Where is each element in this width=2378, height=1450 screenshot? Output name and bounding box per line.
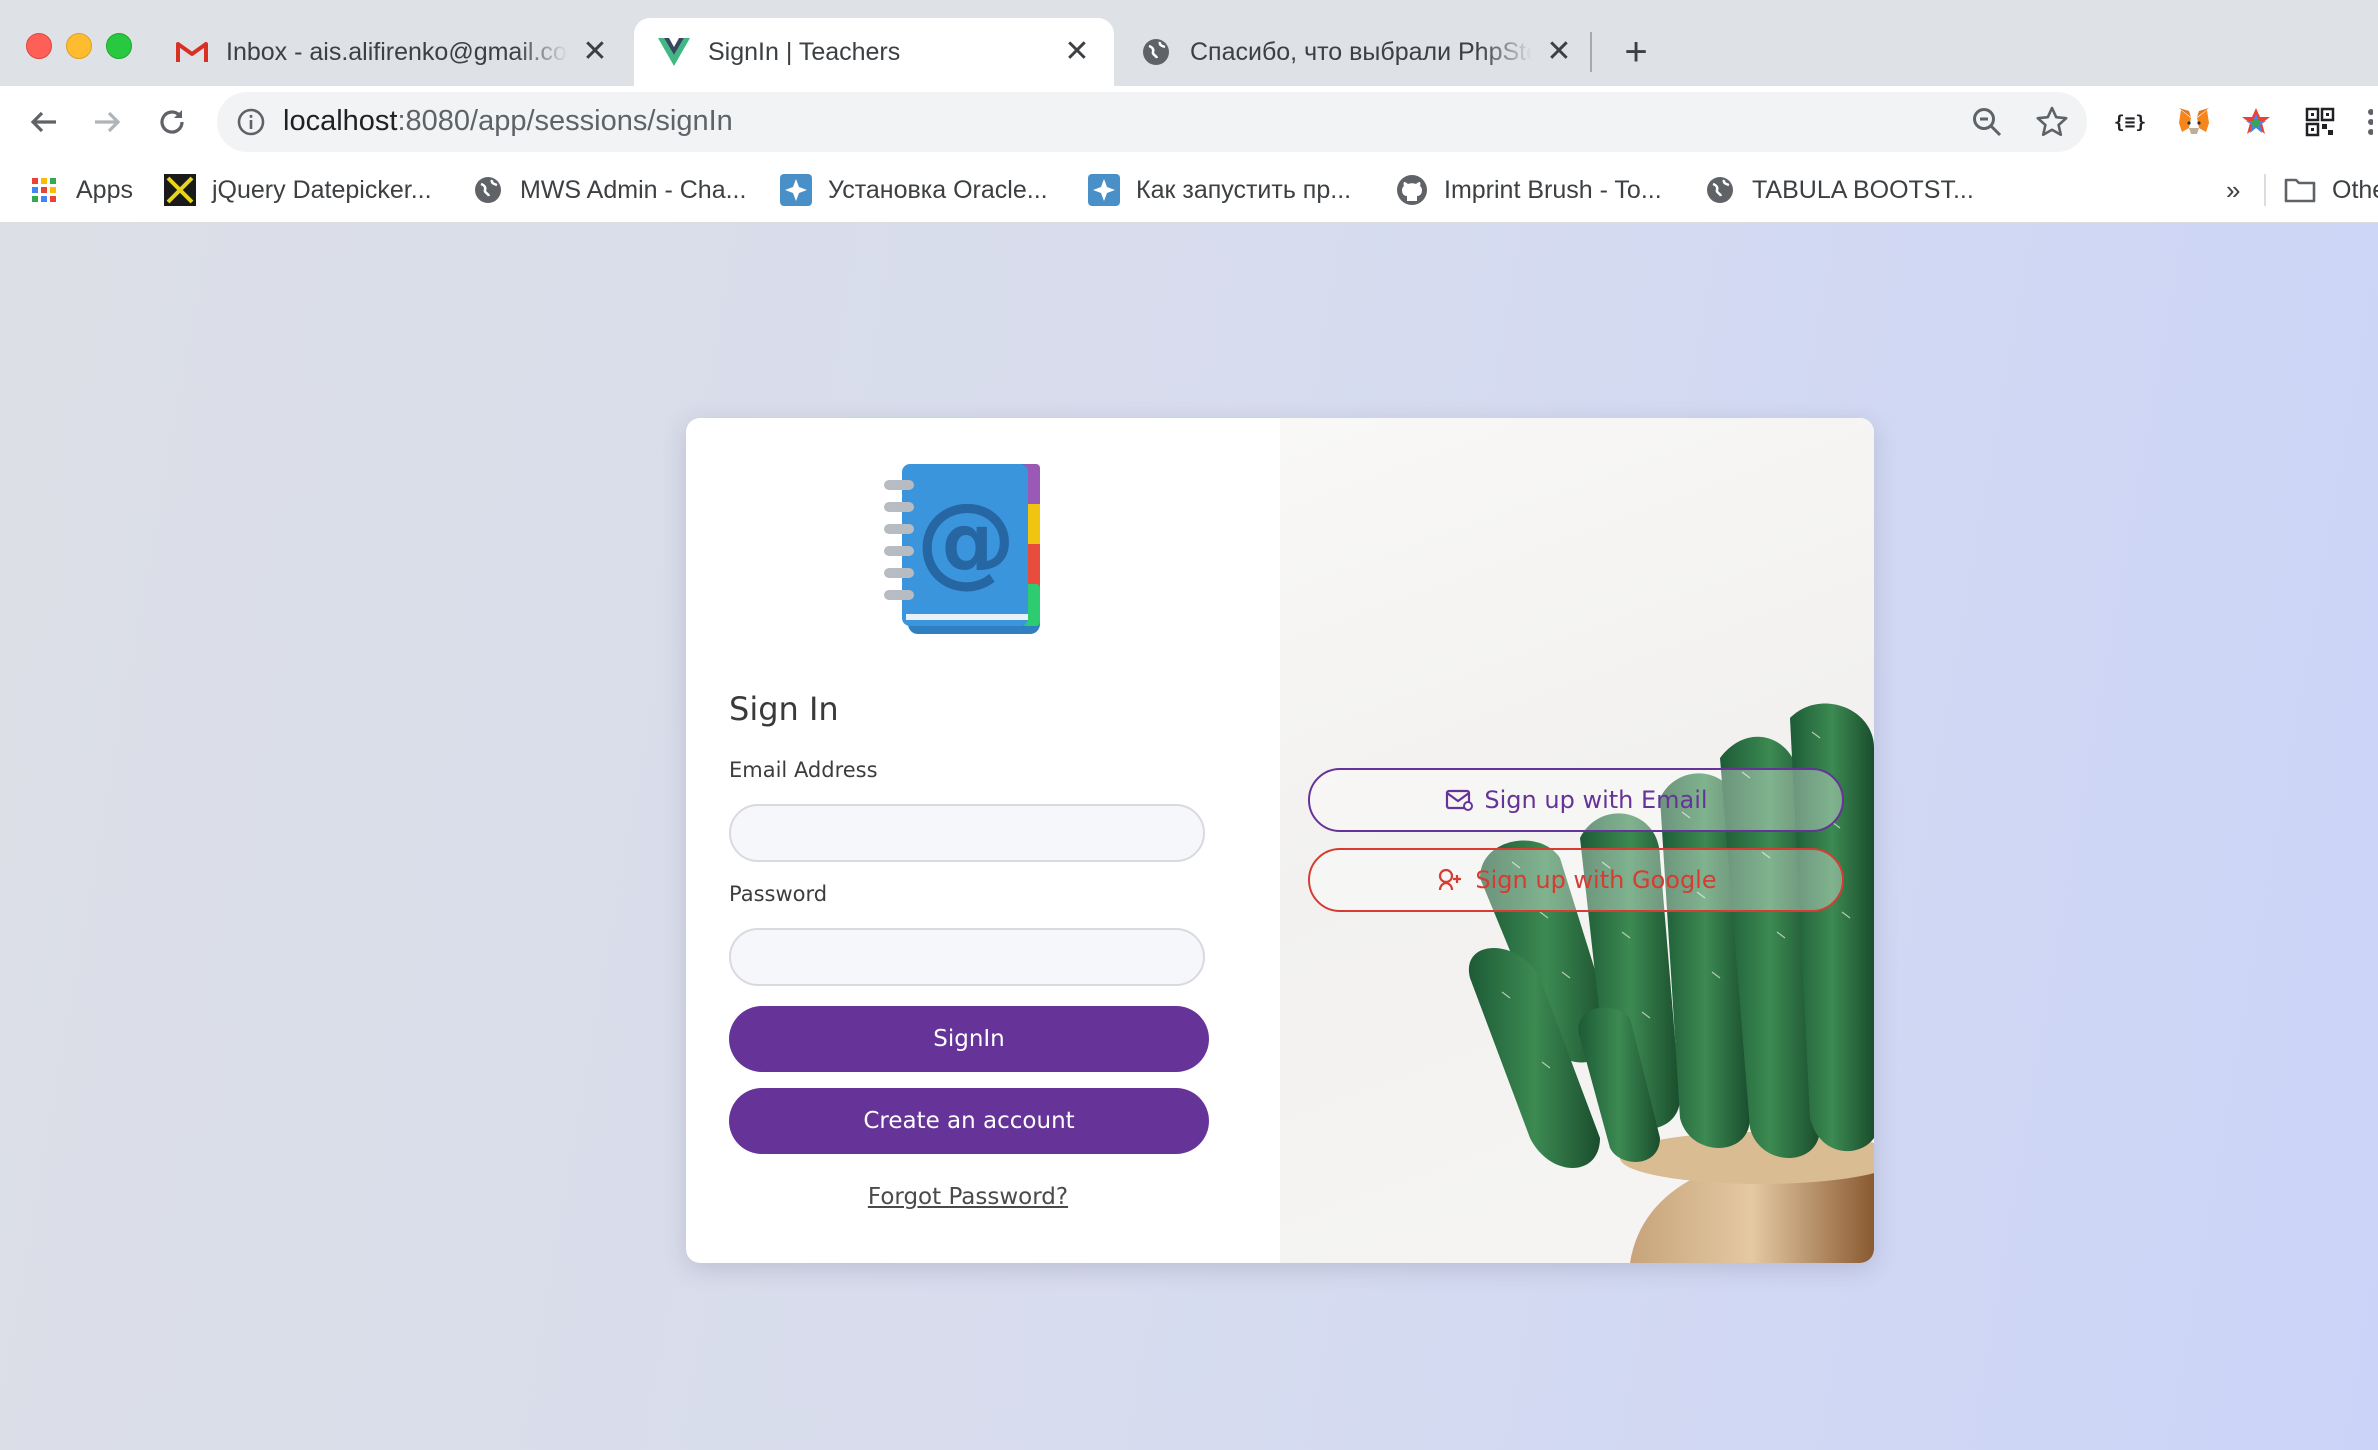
info-icon[interactable] <box>237 108 265 136</box>
vue-icon <box>658 36 690 68</box>
bookmark-label: Apps <box>76 175 133 204</box>
bookmark-label: Imprint Brush - To... <box>1444 175 1662 204</box>
tab-title: Спасибо, что выбрали PhpStorm <box>1190 37 1532 66</box>
bookmark-label: Как запустить пр... <box>1136 175 1352 204</box>
browser-toolbar: localhost:8080/app/sessions/signIn {≡} <box>0 86 2378 158</box>
maximize-window-button[interactable] <box>106 33 132 59</box>
globe-icon <box>472 174 504 206</box>
confluence-icon <box>1088 174 1120 206</box>
new-tab-button[interactable]: + <box>1614 30 1658 74</box>
reload-button[interactable] <box>150 100 194 144</box>
jquery-icon <box>164 174 196 206</box>
globe-icon <box>1704 174 1736 206</box>
forgot-password-link[interactable]: Forgot Password? <box>686 1184 1250 1210</box>
signup-google-label: Sign up with Google <box>1475 866 1717 894</box>
signin-form-panel: @ Sign In Email Address Password SignIn … <box>686 418 1280 1263</box>
tab-strip: Inbox - ais.alifirenko@gmail.com ✕ SignI… <box>0 0 2378 86</box>
bookmark-jquery-datepicker[interactable]: jQuery Datepicker... <box>164 170 432 210</box>
page-viewport: @ Sign In Email Address Password SignIn … <box>0 223 2378 1450</box>
bookmark-label: TABULA BOOTST... <box>1752 175 1974 204</box>
back-arrow-icon <box>30 111 56 133</box>
address-book-icon: @ <box>884 464 1040 634</box>
tab-phpstorm[interactable]: Спасибо, что выбрали PhpStorm ✕ <box>1116 18 1596 86</box>
github-icon <box>1396 174 1428 206</box>
forward-button[interactable] <box>85 100 129 144</box>
other-bookmarks[interactable]: Othe <box>2284 170 2378 210</box>
signup-google-button[interactable]: Sign up with Google <box>1308 848 1844 912</box>
signup-email-label: Sign up with Email <box>1484 786 1708 814</box>
reload-icon <box>160 110 184 134</box>
page-title: Sign In <box>729 690 839 728</box>
close-tab-icon[interactable]: ✕ <box>1544 37 1574 67</box>
mail-icon <box>1444 785 1474 815</box>
bookmark-mws-admin[interactable]: MWS Admin - Cha... <box>472 170 746 210</box>
create-account-button[interactable]: Create an account <box>729 1088 1209 1154</box>
email-field[interactable] <box>729 804 1205 862</box>
close-window-button[interactable] <box>26 33 52 59</box>
colorful-star-extension-icon[interactable] <box>2238 104 2274 140</box>
google-plus-icon <box>1435 865 1465 895</box>
bookmark-star-icon[interactable] <box>2035 105 2069 139</box>
signin-button[interactable]: SignIn <box>729 1006 1209 1072</box>
signin-card: @ Sign In Email Address Password SignIn … <box>686 418 1874 1263</box>
email-label: Email Address <box>729 758 878 782</box>
minimize-window-button[interactable] <box>66 33 92 59</box>
svg-text:@: @ <box>916 481 1016 598</box>
gmail-icon <box>176 36 208 68</box>
zoom-icon[interactable] <box>1971 106 2003 138</box>
bookmarks-overflow-chevron-icon[interactable]: » <box>2226 170 2240 210</box>
bookmark-label: jQuery Datepicker... <box>212 175 432 204</box>
cactus-image-panel: Sign up with Email Sign up with Google <box>1280 418 1874 1263</box>
confluence-icon <box>780 174 812 206</box>
close-tab-icon[interactable]: ✕ <box>580 37 610 67</box>
password-label: Password <box>729 882 828 906</box>
qr-code-icon[interactable] <box>2302 104 2338 140</box>
back-button[interactable] <box>22 100 66 144</box>
forward-arrow-icon <box>95 111 121 133</box>
metamask-icon[interactable] <box>2176 104 2212 140</box>
tab-title: SignIn | Teachers <box>708 37 901 66</box>
url-text[interactable]: localhost:8080/app/sessions/signIn <box>283 105 733 138</box>
globe-icon <box>1140 36 1172 68</box>
tab-title: Inbox - ais.alifirenko@gmail.com <box>226 37 568 66</box>
bookmark-label: MWS Admin - Cha... <box>520 175 747 204</box>
json-formatter-icon[interactable]: {≡} <box>2112 104 2148 140</box>
apps-grid-icon <box>28 174 60 206</box>
bookmark-label: Установка Oracle... <box>828 175 1048 204</box>
tab-signin-teachers[interactable]: SignIn | Teachers ✕ <box>634 18 1114 86</box>
tab-inbox[interactable]: Inbox - ais.alifirenko@gmail.com ✕ <box>152 18 632 86</box>
signup-email-button[interactable]: Sign up with Email <box>1308 768 1844 832</box>
address-bar[interactable]: localhost:8080/app/sessions/signIn <box>217 92 2087 152</box>
bookmark-tabula-bootstrap[interactable]: TABULA BOOTST... <box>1704 170 1974 210</box>
bookmarks-bar: Apps jQuery Datepicker... MWS Admin - Ch… <box>0 158 2378 223</box>
folder-icon <box>2284 174 2316 206</box>
close-tab-icon[interactable]: ✕ <box>1062 37 1092 67</box>
bookmark-apps[interactable]: Apps <box>28 170 133 210</box>
bookmark-label: Othe <box>2332 175 2378 204</box>
bookmarks-divider <box>2264 174 2266 206</box>
tab-separator <box>1590 32 1592 72</box>
cactus-photo <box>1468 703 1874 1263</box>
bookmark-how-to-run[interactable]: Как запустить пр... <box>1088 170 1351 210</box>
password-field[interactable] <box>729 928 1205 986</box>
chrome-menu-icon[interactable] <box>2360 104 2378 140</box>
bookmark-imprint-brush[interactable]: Imprint Brush - To... <box>1396 170 1662 210</box>
bookmark-oracle-install[interactable]: Установка Oracle... <box>780 170 1048 210</box>
